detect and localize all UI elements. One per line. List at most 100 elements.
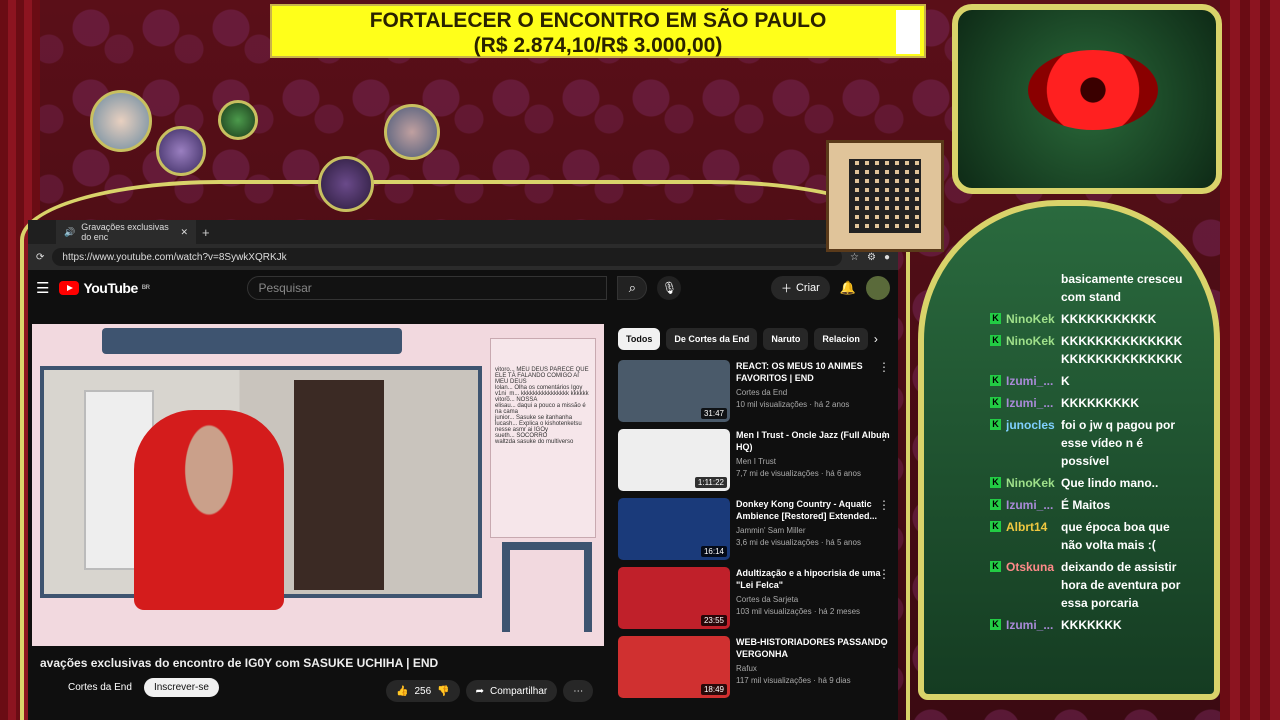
recommendation-item[interactable]: 16:14 Donkey Kong Country - Aquatic Ambie… bbox=[618, 498, 890, 562]
kick-badge-icon: K bbox=[990, 335, 1001, 346]
voice-search-button[interactable]: 🎙 bbox=[657, 276, 682, 300]
chat-text: que época boa que não volta mais :( bbox=[1061, 520, 1170, 552]
tab-bar: 🔊 Gravações exclusivas do enc ✕ + bbox=[28, 220, 898, 244]
more-icon: ⋯ bbox=[573, 685, 584, 697]
chat-text: foi o jw q pagou por esse vídeo n é poss… bbox=[1061, 418, 1175, 468]
extensions-icon[interactable]: ⚙ bbox=[867, 252, 876, 263]
menu-icon[interactable]: ☰ bbox=[36, 279, 49, 297]
kebab-menu-icon[interactable]: ⋮ bbox=[878, 636, 890, 650]
recommendation-channel[interactable]: Cortes da End bbox=[736, 387, 890, 399]
like-button[interactable]: 👍 256 👎 bbox=[386, 680, 460, 702]
chat-username[interactable]: Izumi_... bbox=[1006, 496, 1056, 514]
video-duration: 31:47 bbox=[700, 408, 727, 419]
kick-badge-icon: K bbox=[990, 561, 1001, 572]
star-icon[interactable]: ☆ bbox=[850, 252, 859, 263]
video-thumbnail[interactable]: 23:55 bbox=[618, 567, 730, 629]
youtube-play-icon bbox=[59, 281, 80, 295]
recommendation-meta: 117 mil visualizações · há 9 dias bbox=[736, 676, 851, 685]
subscribe-button[interactable]: Inscrever-se bbox=[143, 678, 219, 697]
account-avatar[interactable] bbox=[866, 276, 890, 300]
video-duration: 18:49 bbox=[700, 684, 727, 695]
chat-text: KKKKKKK bbox=[1061, 618, 1122, 632]
chat-username[interactable]: Izumi_... bbox=[1006, 394, 1056, 412]
logo-text: YouTube bbox=[83, 280, 138, 296]
chat-username[interactable]: NinoKek bbox=[1006, 332, 1056, 368]
recommendation-title[interactable]: REACT: OS MEUS 10 ANIMES FAVORITOS | END bbox=[736, 360, 890, 384]
youtube-logo[interactable]: YouTube BR bbox=[59, 280, 150, 296]
torii-gate-logo bbox=[502, 542, 592, 632]
chat-message: K Otskuna deixando de assistir hora de ave… bbox=[990, 558, 1186, 612]
video-thumbnail[interactable]: 16:14 bbox=[618, 498, 730, 560]
browser-tab[interactable]: 🔊 Gravações exclusivas do enc ✕ bbox=[56, 220, 196, 244]
more-actions-button[interactable]: ⋯ bbox=[563, 680, 594, 702]
recommendation-meta: 3,6 mi de visualizações · há 5 anos bbox=[736, 538, 861, 547]
recommendation-item[interactable]: 1:11:22 Men I Trust - Oncle Jazz (Full Al… bbox=[618, 429, 890, 493]
video-chat-line: lucash... Explica o kishotenketsu nesse … bbox=[495, 421, 582, 433]
chevron-right-icon[interactable]: › bbox=[874, 328, 878, 350]
recommendation-meta: 103 mil visualizações · há 2 meses bbox=[736, 607, 861, 616]
video-player[interactable]: vitoro... MEU DEUS PARECE QUE ELE TÁ FAL… bbox=[32, 324, 604, 646]
chat-username[interactable]: NinoKek bbox=[1006, 310, 1056, 328]
browser-window: 🔊 Gravações exclusivas do enc ✕ + ⟳ http… bbox=[28, 220, 898, 720]
recommendation-channel[interactable]: Rafux bbox=[736, 663, 890, 675]
chip-channel[interactable]: De Cortes da End bbox=[666, 328, 758, 350]
close-icon[interactable]: ✕ bbox=[180, 227, 188, 238]
bell-icon[interactable]: 🔔 bbox=[840, 280, 856, 296]
chip-naruto[interactable]: Naruto bbox=[763, 328, 809, 350]
recommendation-item[interactable]: 31:47 REACT: OS MEUS 10 ANIMES FAVORITOS … bbox=[618, 360, 890, 424]
avatar-orb-3 bbox=[218, 100, 258, 140]
chat-username[interactable]: Albrt14 bbox=[1006, 518, 1056, 554]
recommendation-info: WEB-HISTORIADORES PASSANDO VERGONHA Rafux… bbox=[736, 636, 890, 700]
recommendation-title[interactable]: Donkey Kong Country - Aquatic Ambience [… bbox=[736, 498, 890, 522]
video-thumbnail[interactable]: 18:49 bbox=[618, 636, 730, 698]
goal-amount: (R$ 2.874,10/R$ 3.000,00) bbox=[473, 34, 723, 57]
url-field[interactable]: https://www.youtube.com/watch?v=8SywkXQR… bbox=[52, 248, 843, 266]
recommendation-title[interactable]: Adultização e a hipocrisia de uma "Lei F… bbox=[736, 567, 890, 591]
chat-message: K NinoKek KKKKKKKKKKKKKK KKKKKKKKKKKKKK bbox=[990, 332, 1186, 368]
chat-username[interactable]: NinoKek bbox=[1006, 474, 1056, 492]
recommendation-channel[interactable]: Men I Trust bbox=[736, 456, 890, 468]
kick-badge-icon: K bbox=[990, 313, 1001, 324]
url-text: https://www.youtube.com/watch?v=8SywkXQR… bbox=[62, 251, 287, 263]
qr-code-scroll bbox=[826, 140, 944, 252]
plus-icon: ＋ bbox=[780, 283, 792, 295]
goal-progress-end bbox=[896, 10, 920, 54]
create-label: Criar bbox=[795, 282, 820, 294]
recommendation-channel[interactable]: Jammin' Sam Miller bbox=[736, 525, 890, 537]
search-input[interactable]: Pesquisar bbox=[247, 276, 608, 300]
recommendation-item[interactable]: 18:49 WEB-HISTORIADORES PASSANDO VERGONHA… bbox=[618, 636, 890, 700]
chat-message: K Izumi_... É Maitos bbox=[990, 496, 1186, 514]
chat-message: K Izumi_... KKKKKKK bbox=[990, 616, 1186, 634]
search-button[interactable]: ⌕ bbox=[617, 276, 648, 300]
chat-username[interactable]: junocles bbox=[1006, 416, 1056, 470]
profile-icon[interactable]: ● bbox=[884, 252, 890, 263]
new-tab-icon[interactable]: + bbox=[202, 225, 210, 240]
kick-badge-icon: K bbox=[990, 521, 1001, 532]
search-placeholder: Pesquisar bbox=[258, 281, 312, 295]
recommendation-item[interactable]: 23:55 Adultização e a hipocrisia de uma "… bbox=[618, 567, 890, 631]
chip-all[interactable]: Todos bbox=[618, 328, 661, 350]
video-chat-line: vitoro... MEU DEUS PARECE QUE ELE TÁ FAL… bbox=[495, 367, 589, 385]
chat-text: Que lindo mano.. bbox=[1061, 476, 1159, 490]
video-thumbnail[interactable]: 31:47 bbox=[618, 360, 730, 422]
chip-related[interactable]: Relacion bbox=[814, 328, 868, 350]
kebab-menu-icon[interactable]: ⋮ bbox=[878, 567, 890, 581]
kebab-menu-icon[interactable]: ⋮ bbox=[878, 429, 890, 443]
create-button[interactable]: ＋ Criar bbox=[770, 276, 830, 300]
chat-username[interactable]: Izumi_... bbox=[1006, 372, 1056, 390]
video-thumbnail[interactable]: 1:11:22 bbox=[618, 429, 730, 491]
recommendation-title[interactable]: Men I Trust - Oncle Jazz (Full Album HQ) bbox=[736, 429, 890, 453]
channel-name[interactable]: Cortes da End bbox=[68, 682, 132, 693]
kebab-menu-icon[interactable]: ⋮ bbox=[878, 360, 890, 374]
reload-icon[interactable]: ⟳ bbox=[36, 252, 44, 263]
recommendation-channel[interactable]: Cortes da Sarjeta bbox=[736, 594, 890, 606]
share-button[interactable]: ➦ Compartilhar bbox=[465, 680, 558, 702]
chat-username[interactable]: Otskuna bbox=[1006, 558, 1056, 612]
thumbs-down-icon[interactable]: 👎 bbox=[437, 686, 449, 697]
recommendations-sidebar: Todos De Cortes da End Naruto Relacion ›… bbox=[618, 328, 890, 705]
chat-username[interactable]: Izumi_... bbox=[1006, 616, 1056, 634]
video-duration: 1:11:22 bbox=[694, 477, 727, 488]
kebab-menu-icon[interactable]: ⋮ bbox=[878, 498, 890, 512]
recommendation-title[interactable]: WEB-HISTORIADORES PASSANDO VERGONHA bbox=[736, 636, 890, 660]
recommendation-info: Adultização e a hipocrisia de uma "Lei F… bbox=[736, 567, 890, 631]
